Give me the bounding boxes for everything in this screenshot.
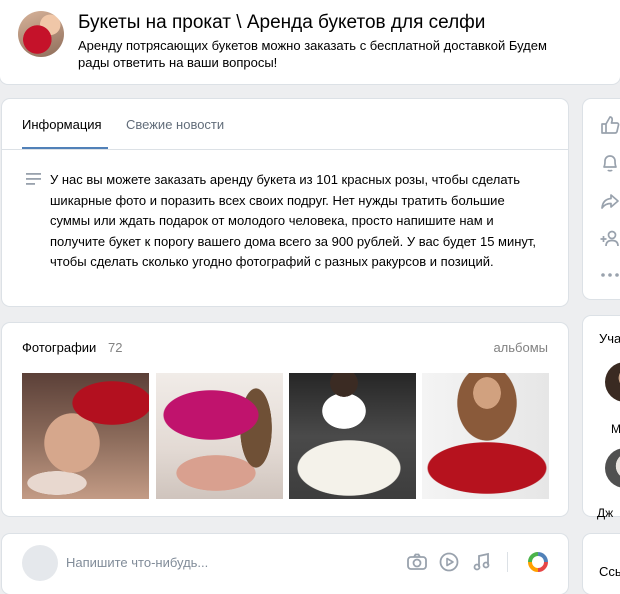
post-input[interactable] [64,546,388,578]
share-icon[interactable] [599,190,620,212]
members-heading[interactable]: Уча [599,331,620,346]
user-avatar [22,545,58,581]
description-icon [26,173,41,185]
member-name[interactable]: Дж [597,506,613,520]
video-icon[interactable] [438,551,460,573]
links-heading[interactable]: Ссы [599,564,620,579]
music-icon[interactable] [471,551,493,573]
community-status: Аренду потрясающих букетов можно заказат… [78,38,547,70]
photos-card: Фотографии 72 альбомы [2,323,568,516]
tab-news[interactable]: Свежие новости [126,117,224,132]
albums-link[interactable]: альбомы [493,340,548,355]
members-card: Уча М Дж [583,316,620,520]
bell-icon[interactable] [599,152,620,174]
action-menu [583,99,620,299]
photos-count: 72 [108,340,123,355]
photo-thumbnail[interactable] [156,373,283,499]
photo-thumbnail[interactable] [289,373,416,499]
links-card: Ссы [583,534,620,594]
member-avatar[interactable] [605,448,620,488]
info-tabs: Информация Свежие новости [2,99,568,150]
like-icon[interactable] [599,114,620,136]
camera-icon[interactable] [406,551,428,573]
add-friend-icon[interactable] [599,228,620,250]
post-composer [2,534,568,594]
photo-thumbnail[interactable] [422,373,549,499]
community-description: У нас вы можете заказать аренду букета и… [50,172,537,269]
community-header: Букеты на прокат \ Аренда букетов для се… [0,0,620,84]
community-avatar[interactable] [18,11,64,57]
photo-thumbnail[interactable] [22,373,149,499]
tab-information[interactable]: Информация [22,117,102,132]
community-title: Букеты на прокат \ Аренда букетов для се… [78,12,486,33]
post-divider [507,552,508,572]
color-wheel-icon[interactable] [527,551,549,573]
more-icon[interactable] [599,264,620,286]
member-avatar[interactable] [605,362,620,402]
active-tab-indicator [22,147,108,149]
photos-title[interactable]: Фотографии [22,340,96,355]
member-name[interactable]: М [611,422,620,436]
